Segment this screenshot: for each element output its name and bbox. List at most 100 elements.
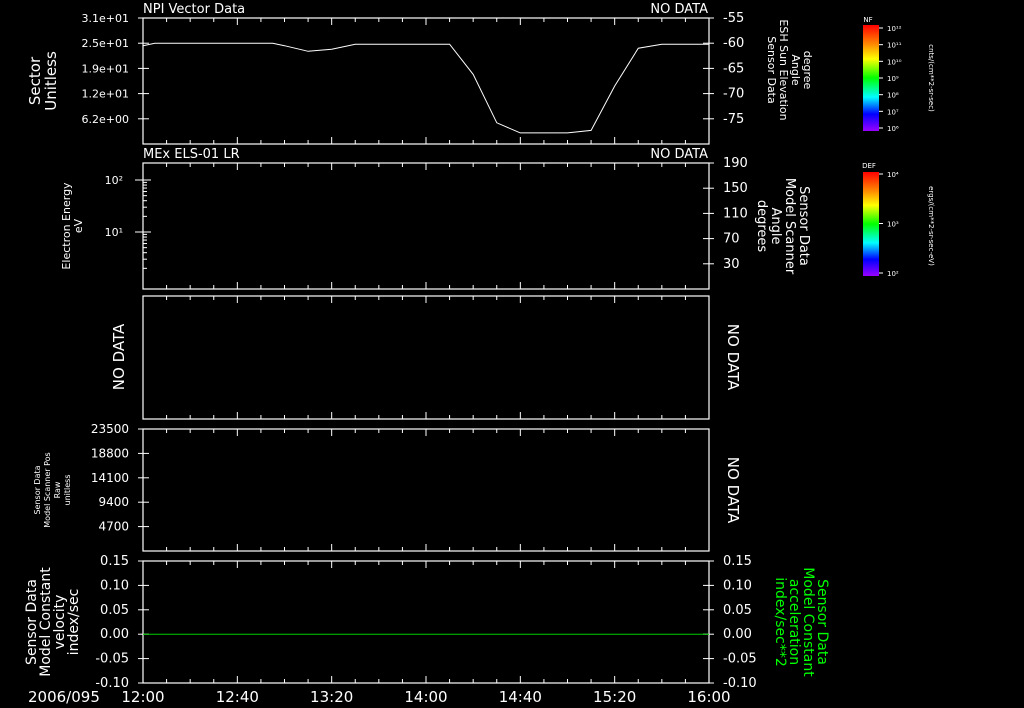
panel-2-title: MEx ELS-01 LR [143, 147, 240, 162]
colorbar-tick-label: 10³ [887, 221, 899, 229]
x-tick-label: 13:20 [310, 688, 353, 706]
y-tick-label: 30 [723, 257, 740, 272]
panel-2-frame [142, 162, 710, 290]
panel-5-frame [142, 560, 710, 684]
colorbar-tick-label: 10⁴ [887, 171, 899, 179]
y-tick-label: 1.2e+01 [82, 88, 129, 101]
panel-3-frame [142, 295, 710, 420]
x-tick-label: 12:00 [121, 688, 164, 706]
y-tick-label: -55 [723, 11, 744, 26]
panel-4-frame [142, 428, 710, 552]
panel-1-npi-vector: NPI Vector Data NO DATA Sector Unitless … [26, 2, 814, 145]
panel-2-x-ticks [142, 163, 710, 289]
y-tick-label: 0.05 [723, 603, 752, 618]
panel-4-left-ticks: 23500 18800 14100 9400 4700 [91, 422, 149, 534]
colorbar-nf-gradient [863, 25, 879, 131]
panel-1-right-label-line4: degree [801, 51, 814, 90]
panel-2-ytick-100: 10² [105, 174, 123, 187]
panel-5-x-ticks [142, 561, 710, 683]
y-tick-label: 0.05 [100, 603, 129, 618]
panel-1-right-label-line1: Sensor Data [765, 36, 778, 103]
x-axis-labels: 12:00 12:40 13:20 14:00 14:40 15:20 16:00 [121, 688, 730, 706]
panel-2-status: NO DATA [650, 147, 708, 162]
y-tick-label: 3.1e+01 [82, 12, 129, 25]
x-tick-label: 12:40 [216, 688, 259, 706]
panel-2-right-label: Sensor Data Model Scanner Angle degrees [754, 178, 811, 275]
colorbar-nf-label: NF [863, 16, 872, 24]
y-tick-label: 150 [723, 181, 748, 196]
colorbar-def-gradient [863, 172, 879, 276]
y-tick-label: 0.15 [100, 554, 129, 569]
colorbar-tick-label: 10² [887, 270, 899, 278]
panel-3-x-ticks [142, 296, 710, 419]
colorbar-nf-ticks: 10¹² 10¹¹ 10¹⁰ 10⁹ 10⁸ 10⁷ 10⁶ [879, 25, 902, 133]
colorbar-def-label: DEF [862, 162, 876, 170]
colorbar-tick-label: 10⁹ [887, 75, 899, 83]
panel-2-right-label-line2: Model Scanner [782, 178, 797, 275]
y-tick-label: 0.10 [100, 578, 129, 593]
colorbar-tick-label: 10⁸ [887, 92, 899, 100]
y-tick-label: 23500 [91, 422, 129, 436]
x-axis-date: 2006/095 [28, 688, 100, 706]
x-tick-label: 16:00 [687, 688, 730, 706]
panel-1-right-label: Sensor Data ESH Sun Elevation Angle degr… [765, 19, 814, 120]
y-tick-label: 6.2e+00 [82, 113, 129, 126]
colorbar-tick-label: 10⁶ [887, 125, 899, 133]
y-tick-label: -75 [723, 112, 744, 127]
colorbar-tick-label: 10¹² [887, 25, 902, 33]
y-tick-label: 110 [723, 206, 748, 221]
panel-5-right-ticks: 0.150.100.050.00-0.05-0.10 [703, 554, 757, 691]
x-tick-label: 14:00 [404, 688, 447, 706]
panel-1-left-ticks: 3.1e+01 2.5e+01 1.9e+01 1.2e+01 6.2e+00 [82, 12, 149, 126]
y-tick-label: -60 [723, 36, 744, 51]
y-tick-label: 2.5e+01 [82, 37, 129, 50]
panel-4-x-ticks [142, 429, 710, 551]
y-tick-label: -65 [723, 61, 744, 76]
y-tick-label: 190 [723, 156, 748, 171]
panel-1-right-label-line2: ESH Sun Elevation [777, 19, 790, 120]
y-tick-label: -0.05 [95, 652, 129, 667]
panel-4-right-status: NO DATA [724, 457, 742, 524]
x-tick-label: 14:40 [499, 688, 542, 706]
panel-2-mex-els: MEx ELS-01 LR NO DATA Electron Energy eV… [60, 147, 811, 290]
y-tick-label: -70 [723, 87, 744, 102]
colorbar-def: DEF 10⁴ 10³ 10² ergs/(cm**2-sr-sec-eV) [862, 162, 935, 278]
panel-5-left-label-line4: index/sec [66, 589, 82, 656]
x-tick-label: 15:20 [593, 688, 636, 706]
y-tick-label: 1.9e+01 [82, 62, 129, 75]
panel-2-ytick-10: 10¹ [105, 226, 123, 239]
y-tick-label: 9400 [98, 495, 129, 509]
colorbar-tick-label: 10¹¹ [887, 42, 902, 50]
panel-3-empty: NO DATA NO DATA [110, 295, 742, 420]
panel-3-right-status: NO DATA [724, 324, 742, 391]
panel-5-right-label-line4: index/sec**2 [772, 577, 788, 667]
panel-2-left-label-line2: eV [72, 218, 85, 233]
y-tick-label: 14100 [91, 471, 129, 485]
y-tick-label: 18800 [91, 446, 129, 460]
panel-1-status: NO DATA [650, 2, 708, 17]
panel-1-x-ticks [142, 18, 710, 144]
panel-4-left-label-line2: Model Scanner Pos [43, 452, 52, 527]
panel-5-left-ticks: 0.150.100.050.00-0.05-0.10 [95, 554, 149, 691]
panel-2-right-ticks: 190 150 110 70 30 [703, 156, 748, 272]
panel-1-left-label-line2: Unitless [42, 51, 60, 111]
panel-4-left-label-line3: Raw [53, 481, 62, 498]
panel-5-right-label: Sensor Data Model Constant acceleration … [772, 567, 830, 677]
panel-1-frame [142, 17, 710, 145]
panel-2-right-label-line1: Sensor Data [796, 186, 811, 266]
colorbar-tick-label: 10⁷ [887, 108, 899, 116]
colorbar-def-unit: ergs/(cm**2-sr-sec-eV) [927, 186, 935, 266]
panel-3-left-status: NO DATA [110, 323, 128, 390]
y-tick-label: 4700 [98, 520, 129, 534]
colorbar-tick-label: 10¹⁰ [887, 58, 902, 66]
panel-4-left-label-line4: unitless [63, 475, 72, 506]
panel-1-title: NPI Vector Data [143, 2, 245, 17]
y-tick-label: 0.00 [723, 627, 752, 642]
y-tick-label: -0.05 [723, 652, 757, 667]
plot-canvas: NPI Vector Data NO DATA Sector Unitless … [24, 2, 935, 706]
colorbar-nf-unit: cnts/(cm**2-sr-sec) [927, 44, 935, 112]
y-tick-label: 0.15 [723, 554, 752, 569]
y-tick-label: 0.00 [100, 627, 129, 642]
panel-1-series-line [142, 42, 709, 134]
colorbar-def-ticks: 10⁴ 10³ 10² [879, 171, 899, 278]
